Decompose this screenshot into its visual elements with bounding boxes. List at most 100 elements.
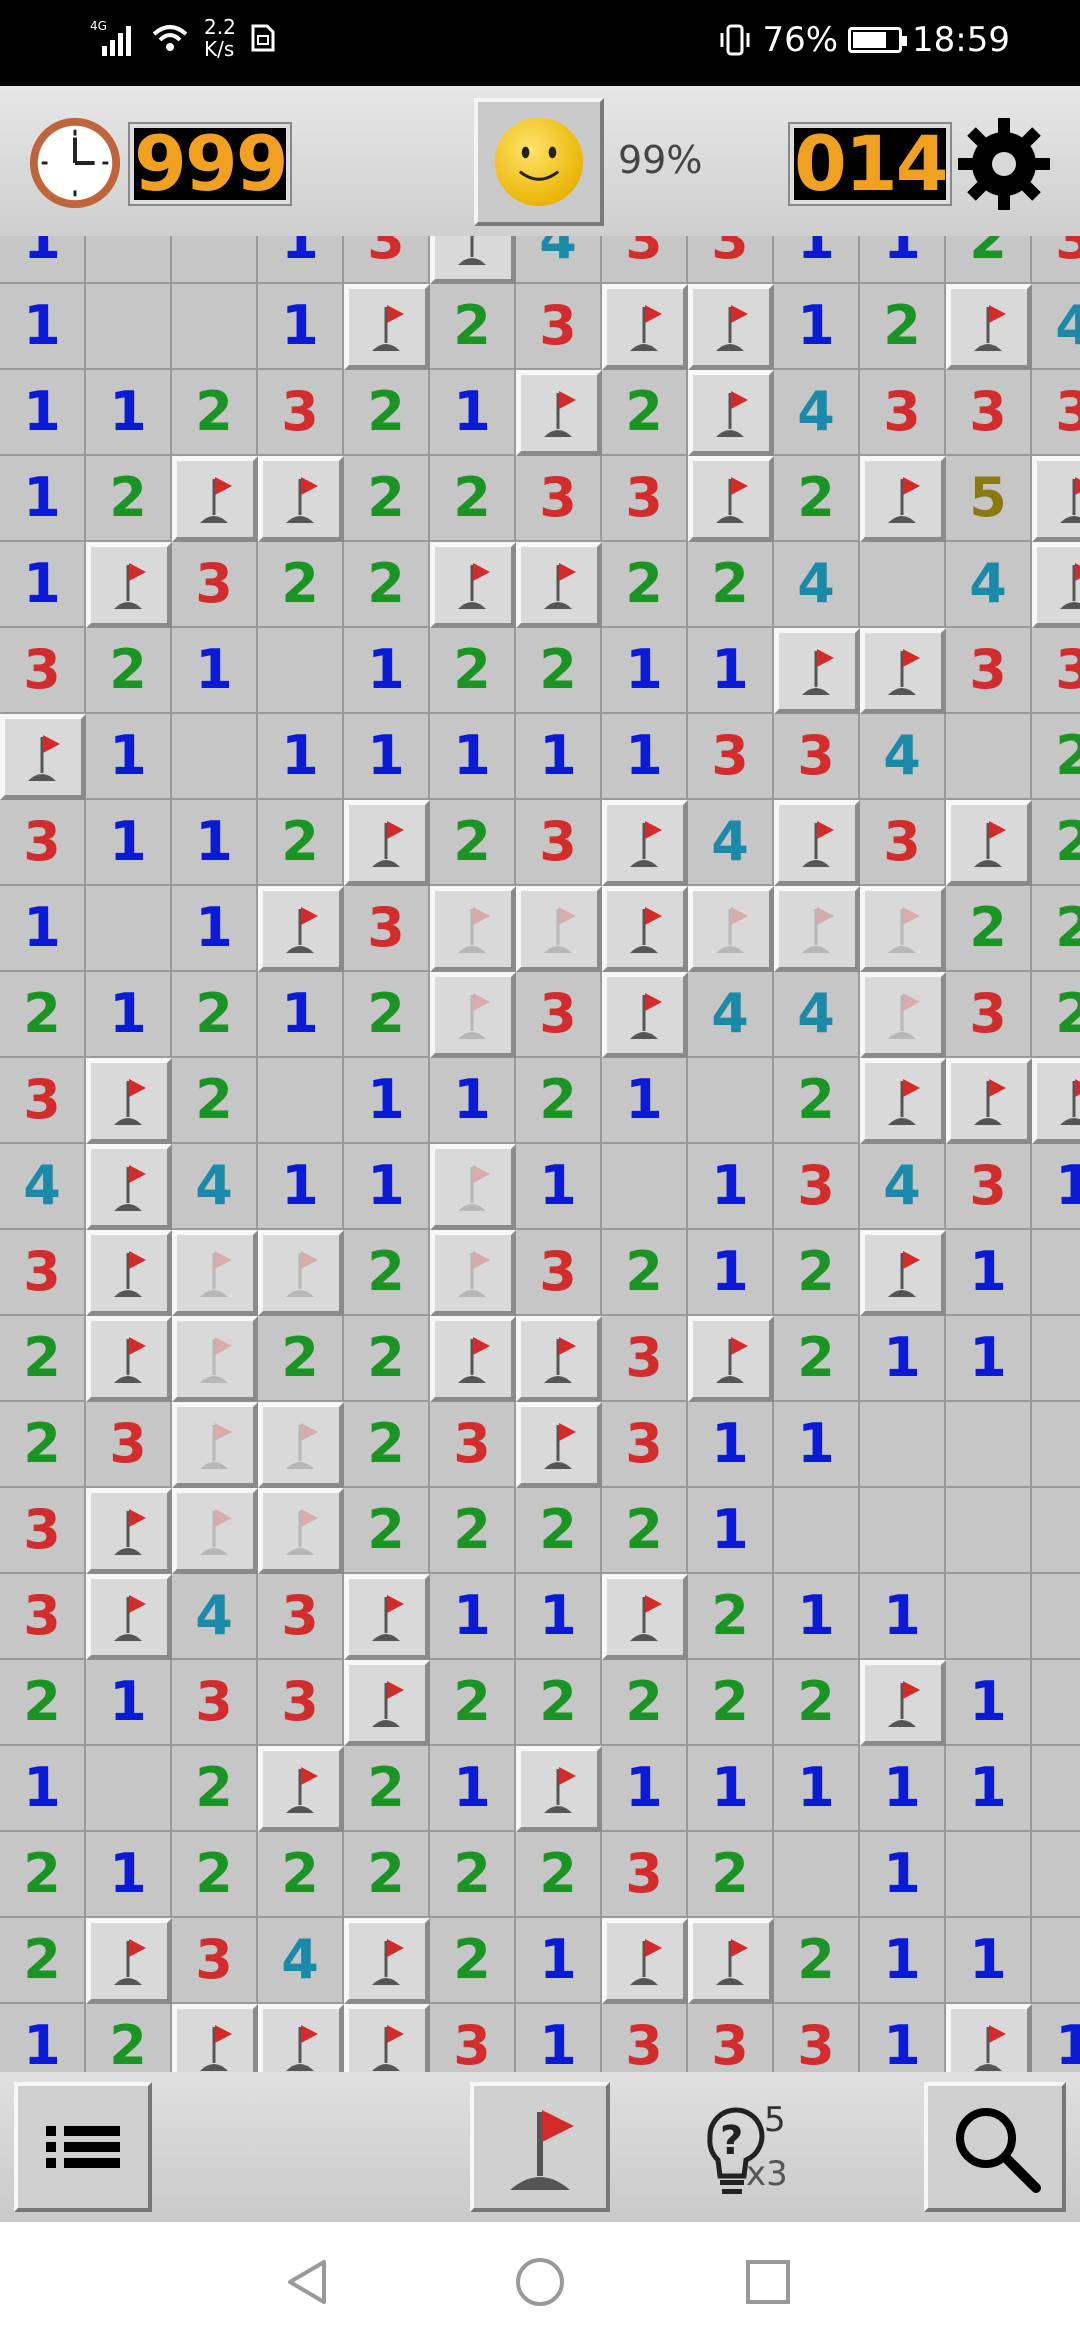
flagged-cell[interactable] xyxy=(86,542,172,628)
number-cell[interactable]: 1 xyxy=(516,714,602,800)
number-cell[interactable]: 1 xyxy=(430,370,516,456)
empty-cell[interactable] xyxy=(1032,1402,1080,1488)
number-cell[interactable]: 3 xyxy=(0,628,86,714)
number-cell[interactable]: 1 xyxy=(860,2004,946,2072)
number-cell[interactable]: 2 xyxy=(258,1832,344,1918)
number-cell[interactable]: 1 xyxy=(688,1230,774,1316)
number-cell[interactable]: 4 xyxy=(172,1574,258,1660)
flagged-cell[interactable] xyxy=(860,1230,946,1316)
flagged-cell[interactable] xyxy=(1032,542,1080,628)
flagged-cell[interactable] xyxy=(258,886,344,972)
empty-cell[interactable] xyxy=(1032,1746,1080,1832)
flagged-cell[interactable] xyxy=(516,1746,602,1832)
number-cell[interactable]: 1 xyxy=(1032,1144,1080,1230)
number-cell[interactable]: 1 xyxy=(946,1918,1032,2004)
number-cell[interactable]: 3 xyxy=(602,236,688,284)
flagged-cell[interactable] xyxy=(258,456,344,542)
number-cell[interactable]: 1 xyxy=(86,1832,172,1918)
flagged-cell[interactable] xyxy=(860,628,946,714)
number-cell[interactable]: 2 xyxy=(344,1230,430,1316)
number-cell[interactable]: 1 xyxy=(774,1574,860,1660)
number-cell[interactable]: 1 xyxy=(860,1316,946,1402)
flagged-cell[interactable] xyxy=(430,886,516,972)
empty-cell[interactable] xyxy=(86,284,172,370)
flagged-cell[interactable] xyxy=(0,714,86,800)
flagged-cell[interactable] xyxy=(602,800,688,886)
number-cell[interactable]: 1 xyxy=(946,1230,1032,1316)
number-cell[interactable]: 3 xyxy=(688,714,774,800)
number-cell[interactable]: 3 xyxy=(860,370,946,456)
number-cell[interactable]: 3 xyxy=(258,1574,344,1660)
number-cell[interactable]: 2 xyxy=(430,800,516,886)
number-cell[interactable]: 1 xyxy=(688,1402,774,1488)
number-cell[interactable]: 4 xyxy=(258,1918,344,2004)
flagged-cell[interactable] xyxy=(516,542,602,628)
number-cell[interactable]: 2 xyxy=(344,1832,430,1918)
flagged-cell[interactable] xyxy=(860,972,946,1058)
flagged-cell[interactable] xyxy=(86,1918,172,2004)
empty-cell[interactable] xyxy=(946,1832,1032,1918)
number-cell[interactable]: 2 xyxy=(172,972,258,1058)
number-cell[interactable]: 3 xyxy=(0,1230,86,1316)
number-cell[interactable]: 3 xyxy=(258,370,344,456)
flagged-cell[interactable] xyxy=(946,284,1032,370)
flagged-cell[interactable] xyxy=(860,886,946,972)
number-cell[interactable]: 1 xyxy=(602,714,688,800)
number-cell[interactable]: 3 xyxy=(602,1316,688,1402)
empty-cell[interactable] xyxy=(1032,1230,1080,1316)
flagged-cell[interactable] xyxy=(430,236,516,284)
number-cell[interactable]: 3 xyxy=(430,2004,516,2072)
number-cell[interactable]: 3 xyxy=(516,800,602,886)
number-cell[interactable]: 1 xyxy=(0,2004,86,2072)
flagged-cell[interactable] xyxy=(172,2004,258,2072)
number-cell[interactable]: 3 xyxy=(1032,236,1080,284)
number-cell[interactable]: 2 xyxy=(1032,972,1080,1058)
number-cell[interactable]: 2 xyxy=(1032,886,1080,972)
number-cell[interactable]: 2 xyxy=(946,236,1032,284)
number-cell[interactable]: 2 xyxy=(516,1488,602,1574)
number-cell[interactable]: 1 xyxy=(688,1488,774,1574)
number-cell[interactable]: 2 xyxy=(688,542,774,628)
flagged-cell[interactable] xyxy=(602,284,688,370)
number-cell[interactable]: 1 xyxy=(688,628,774,714)
number-cell[interactable]: 2 xyxy=(172,1058,258,1144)
number-cell[interactable]: 2 xyxy=(430,1660,516,1746)
flagged-cell[interactable] xyxy=(172,1488,258,1574)
number-cell[interactable]: 1 xyxy=(86,714,172,800)
flagged-cell[interactable] xyxy=(258,1230,344,1316)
number-cell[interactable]: 1 xyxy=(344,1144,430,1230)
number-cell[interactable]: 2 xyxy=(344,1488,430,1574)
number-cell[interactable]: 1 xyxy=(86,1660,172,1746)
number-cell[interactable]: 3 xyxy=(602,456,688,542)
number-cell[interactable]: 3 xyxy=(1032,370,1080,456)
flagged-cell[interactable] xyxy=(1032,456,1080,542)
flagged-cell[interactable] xyxy=(602,1918,688,2004)
empty-cell[interactable] xyxy=(172,236,258,284)
number-cell[interactable]: 1 xyxy=(774,236,860,284)
number-cell[interactable]: 4 xyxy=(774,542,860,628)
number-cell[interactable]: 1 xyxy=(946,1316,1032,1402)
flagged-cell[interactable] xyxy=(172,456,258,542)
empty-cell[interactable] xyxy=(172,714,258,800)
empty-cell[interactable] xyxy=(1032,1832,1080,1918)
number-cell[interactable]: 3 xyxy=(172,542,258,628)
number-cell[interactable]: 4 xyxy=(774,972,860,1058)
number-cell[interactable]: 2 xyxy=(344,542,430,628)
number-cell[interactable]: 4 xyxy=(860,1144,946,1230)
flagged-cell[interactable] xyxy=(860,1058,946,1144)
number-cell[interactable]: 4 xyxy=(946,542,1032,628)
flagged-cell[interactable] xyxy=(430,542,516,628)
flagged-cell[interactable] xyxy=(688,1918,774,2004)
flagged-cell[interactable] xyxy=(86,1230,172,1316)
number-cell[interactable]: 2 xyxy=(258,542,344,628)
number-cell[interactable]: 1 xyxy=(86,370,172,456)
number-cell[interactable]: 1 xyxy=(344,714,430,800)
number-cell[interactable]: 3 xyxy=(946,1144,1032,1230)
number-cell[interactable]: 3 xyxy=(688,2004,774,2072)
empty-cell[interactable] xyxy=(1032,1918,1080,2004)
flagged-cell[interactable] xyxy=(172,1402,258,1488)
flagged-cell[interactable] xyxy=(516,886,602,972)
number-cell[interactable]: 3 xyxy=(774,1144,860,1230)
empty-cell[interactable] xyxy=(172,284,258,370)
number-cell[interactable]: 1 xyxy=(860,1574,946,1660)
